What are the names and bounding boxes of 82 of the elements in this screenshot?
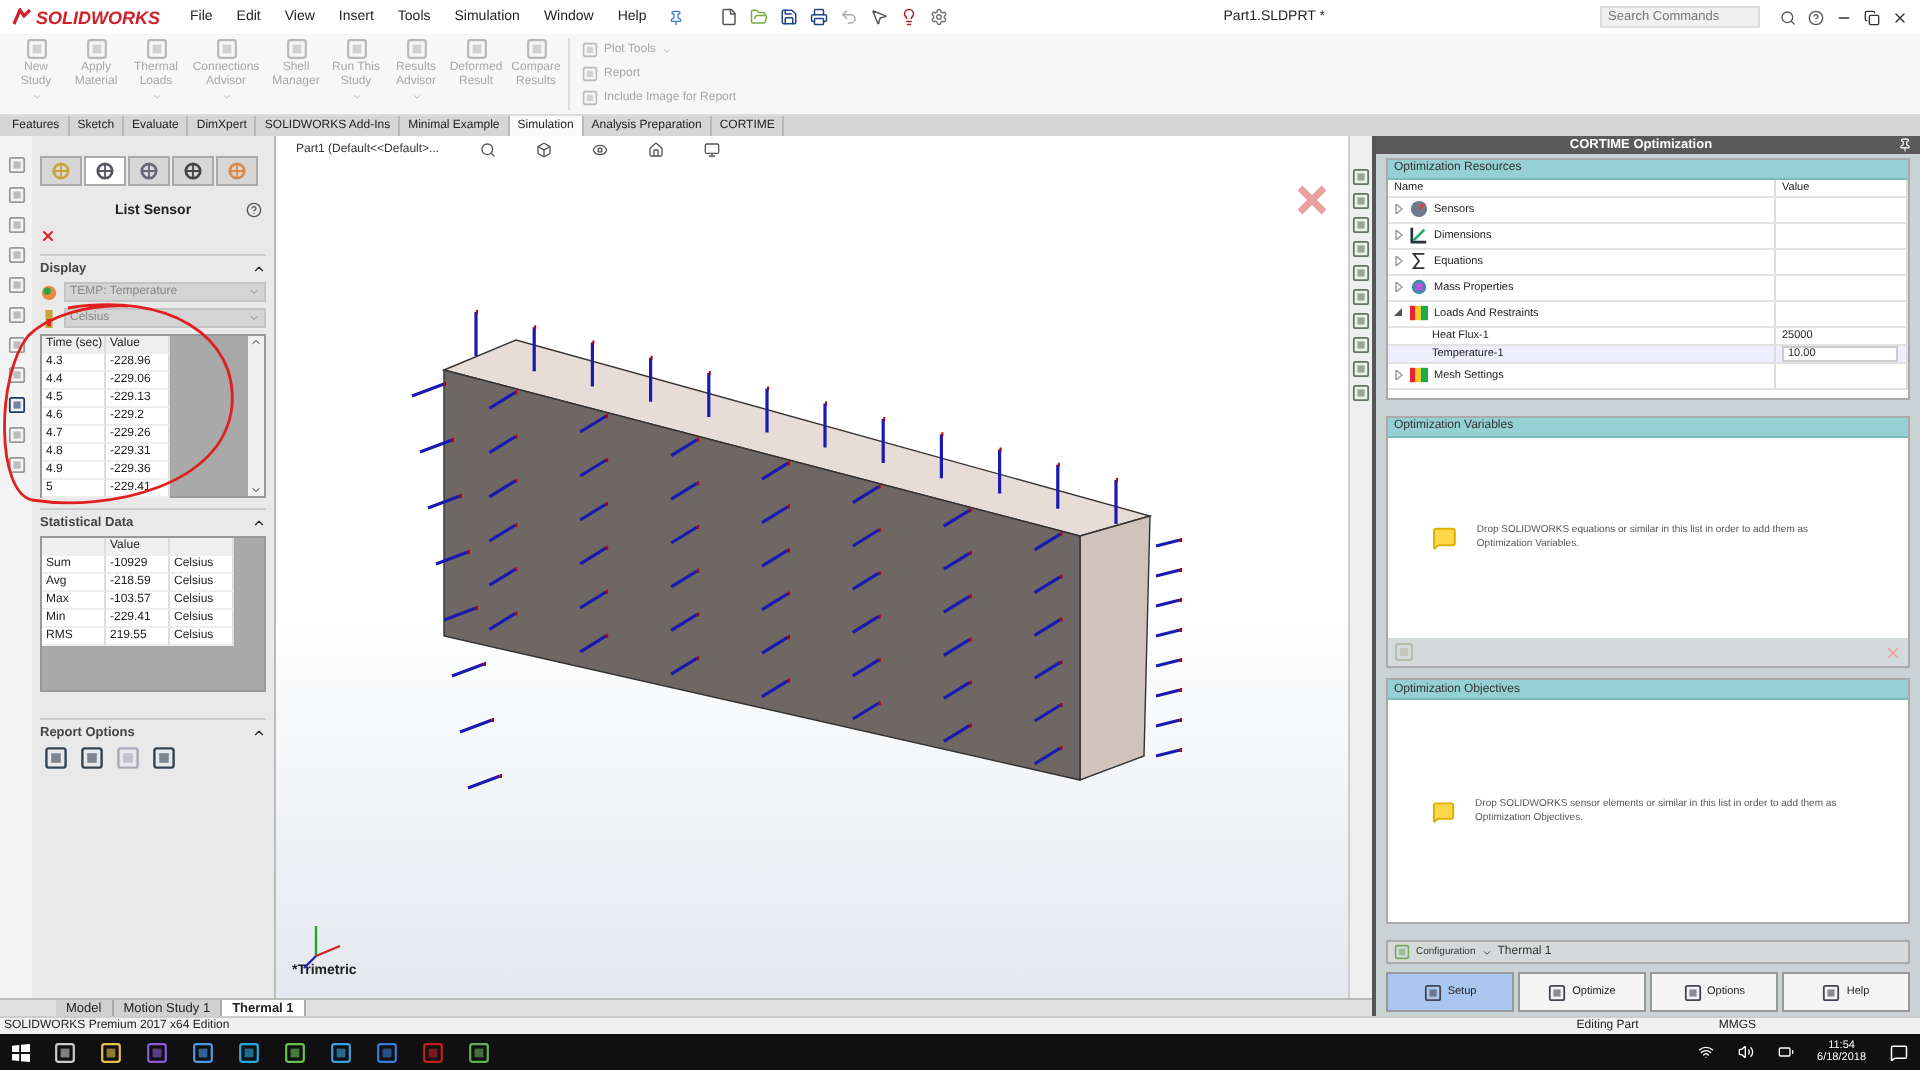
collapse-icon[interactable] (252, 726, 266, 740)
volume-icon[interactable] (1737, 1044, 1754, 1060)
action-icon (1683, 983, 1702, 1001)
collapsed-arrow-icon[interactable] (1394, 256, 1404, 267)
collapse-icon[interactable] (252, 516, 266, 530)
action-icon (1548, 983, 1567, 1001)
taskbar-app-icon (100, 1041, 122, 1063)
ribbon-tool-icon (25, 38, 47, 60)
help-icon[interactable] (1808, 9, 1824, 25)
ribbon-tool-icon (345, 38, 367, 60)
ribbon-tool-icon (85, 38, 107, 60)
caret-icon[interactable] (1481, 947, 1492, 958)
action-icon (1423, 983, 1442, 1001)
collapsed-arrow-icon[interactable] (1394, 204, 1404, 215)
collapsed-arrow-icon[interactable] (1394, 370, 1404, 381)
open-folder-icon[interactable] (750, 8, 769, 26)
mass-icon (1410, 278, 1428, 297)
column-header (42, 538, 106, 556)
battery-icon[interactable] (1777, 1044, 1794, 1060)
pointer-icon[interactable] (870, 8, 889, 26)
print-icon[interactable] (810, 8, 829, 26)
ribbon-tool-icon (215, 38, 237, 60)
sigma-icon (1410, 252, 1428, 271)
taskbar-app-icon (468, 1041, 490, 1063)
color-cube-icon (1410, 366, 1428, 385)
taskbar-app-icon (146, 1041, 168, 1063)
taskbar-app-icon (192, 1041, 214, 1063)
report-icon (152, 746, 176, 770)
taskbar-app-icon (376, 1041, 398, 1063)
ribbon-tool-icon (405, 38, 427, 60)
network-icon[interactable] (1697, 1044, 1714, 1060)
search-icon[interactable] (1780, 9, 1796, 25)
gauge-icon (1410, 200, 1428, 219)
windows-start-icon[interactable] (12, 1043, 30, 1061)
scrollbar[interactable] (248, 336, 264, 496)
dimension-icon (1410, 226, 1428, 245)
report-icon (44, 746, 68, 770)
pin-icon[interactable] (1897, 137, 1912, 152)
ribbon-tool-icon (285, 38, 307, 60)
taskbar-app-icon (238, 1041, 260, 1063)
taskbar-app-icon (422, 1041, 444, 1063)
column-header (170, 538, 234, 556)
visibility-icon[interactable] (591, 142, 608, 158)
light-icon[interactable] (900, 8, 919, 26)
scroll-down-icon[interactable] (250, 484, 262, 496)
restore-icon[interactable] (1864, 9, 1880, 25)
panel-tab[interactable] (84, 156, 126, 186)
help-icon[interactable] (246, 202, 262, 218)
speech-bubble-icon (1432, 524, 1457, 553)
thermometer-icon (40, 309, 58, 327)
close-icon[interactable] (1892, 9, 1908, 25)
action-icon (1822, 983, 1841, 1001)
panel-tab[interactable] (128, 156, 170, 186)
scroll-up-icon[interactable] (250, 336, 262, 348)
logo-icon (12, 8, 32, 26)
speech-bubble-icon (1432, 797, 1456, 826)
pin-icon[interactable] (668, 9, 685, 25)
panel-tab[interactable] (172, 156, 214, 186)
settings-icon[interactable] (930, 8, 949, 26)
home-icon[interactable] (647, 142, 664, 158)
collapsed-arrow-icon[interactable] (1394, 282, 1404, 293)
zoom-icon[interactable] (479, 142, 496, 158)
expanded-arrow-icon[interactable] (1394, 308, 1404, 319)
collapse-icon[interactable] (252, 262, 266, 276)
taskbar-app-icon (330, 1041, 352, 1063)
report-icon (116, 746, 140, 770)
new-document-icon[interactable] (720, 8, 739, 26)
taskbar-app-icon (284, 1041, 306, 1063)
save-icon[interactable] (780, 8, 799, 26)
color-cube-icon (1410, 304, 1428, 323)
ribbon-tool-icon (145, 38, 167, 60)
ribbon-tool-icon (525, 38, 547, 60)
collapsed-arrow-icon[interactable] (1394, 230, 1404, 241)
view-cube-icon[interactable] (535, 142, 552, 158)
notifications-icon[interactable] (1890, 1043, 1908, 1061)
display-icon[interactable] (703, 142, 720, 158)
configuration-icon (1394, 944, 1410, 961)
taskbar-app-icon (54, 1041, 76, 1063)
app-logo: SOLIDWORKS (36, 7, 160, 27)
color-cube-icon (40, 283, 58, 301)
report-icon (80, 746, 104, 770)
ribbon-tool-icon (465, 38, 487, 60)
